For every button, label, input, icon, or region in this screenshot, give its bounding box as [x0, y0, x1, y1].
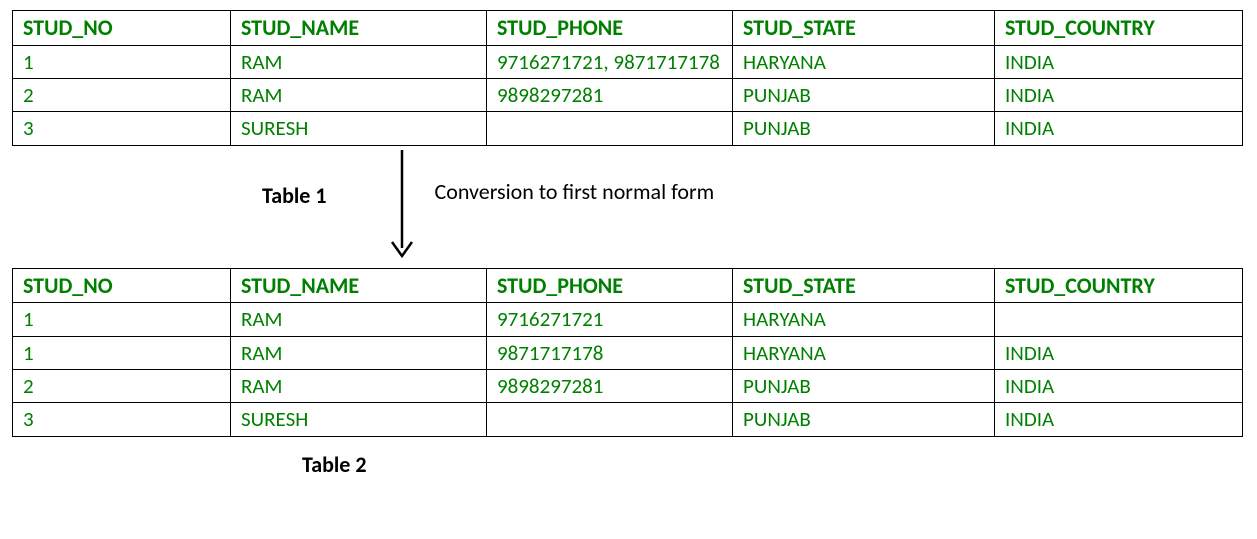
cell-stud-name: RAM [231, 303, 487, 336]
cell-stud-phone: 9716271721 [487, 303, 733, 336]
col-header-stud-state: STUD_STATE [733, 11, 995, 46]
cell-stud-no: 1 [13, 303, 231, 336]
table-row: 3 SURESH PUNJAB INDIA [13, 403, 1243, 436]
cell-stud-phone [487, 112, 733, 145]
cell-stud-state: PUNJAB [733, 403, 995, 436]
col-header-stud-country: STUD_COUNTRY [995, 11, 1243, 46]
table-row: 1 RAM 9716271721 HARYANA [13, 303, 1243, 336]
table-2: STUD_NO STUD_NAME STUD_PHONE STUD_STATE … [12, 268, 1243, 437]
cell-stud-name: SURESH [231, 403, 487, 436]
conversion-label: Conversion to first normal form [435, 178, 715, 205]
col-header-stud-phone: STUD_PHONE [487, 11, 733, 46]
cell-stud-state: HARYANA [733, 336, 995, 369]
cell-stud-country: INDIA [995, 79, 1243, 112]
cell-stud-name: RAM [231, 336, 487, 369]
cell-stud-phone: 9871717178 [487, 336, 733, 369]
table-1: STUD_NO STUD_NAME STUD_PHONE STUD_STATE … [12, 10, 1243, 146]
table-row: 1 RAM 9871717178 HARYANA INDIA [13, 336, 1243, 369]
cell-stud-no: 1 [13, 336, 231, 369]
cell-stud-no: 2 [13, 370, 231, 403]
cell-stud-country: INDIA [995, 336, 1243, 369]
cell-stud-country: INDIA [995, 403, 1243, 436]
cell-stud-country: INDIA [995, 112, 1243, 145]
col-header-stud-no: STUD_NO [13, 268, 231, 303]
cell-stud-phone: 9898297281 [487, 79, 733, 112]
cell-stud-name: RAM [231, 370, 487, 403]
table-row: 3 SURESH PUNJAB INDIA [13, 112, 1243, 145]
cell-stud-country: INDIA [995, 45, 1243, 78]
cell-stud-state: HARYANA [733, 45, 995, 78]
arrow-down-icon [387, 150, 417, 260]
col-header-stud-country: STUD_COUNTRY [995, 268, 1243, 303]
cell-stud-state: PUNJAB [733, 79, 995, 112]
cell-stud-phone [487, 403, 733, 436]
col-header-stud-phone: STUD_PHONE [487, 268, 733, 303]
table-row: 2 RAM 9898297281 PUNJAB INDIA [13, 370, 1243, 403]
cell-stud-name: RAM [231, 45, 487, 78]
cell-stud-no: 3 [13, 403, 231, 436]
table-header-row: STUD_NO STUD_NAME STUD_PHONE STUD_STATE … [13, 11, 1243, 46]
cell-stud-state: HARYANA [733, 303, 995, 336]
cell-stud-phone: 9898297281 [487, 370, 733, 403]
table-1-label: Table 1 [262, 182, 327, 209]
cell-stud-country: INDIA [995, 370, 1243, 403]
col-header-stud-name: STUD_NAME [231, 268, 487, 303]
table-header-row: STUD_NO STUD_NAME STUD_PHONE STUD_STATE … [13, 268, 1243, 303]
cell-stud-name: SURESH [231, 112, 487, 145]
table-2-label: Table 2 [302, 451, 1245, 478]
cell-stud-no: 1 [13, 45, 231, 78]
table-row: 1 RAM 9716271721, 9871717178 HARYANA IND… [13, 45, 1243, 78]
col-header-stud-state: STUD_STATE [733, 268, 995, 303]
col-header-stud-no: STUD_NO [13, 11, 231, 46]
cell-stud-country [995, 303, 1243, 336]
cell-stud-phone: 9716271721, 9871717178 [487, 45, 733, 78]
cell-stud-no: 2 [13, 79, 231, 112]
conversion-row: Table 1 Conversion to first normal form [12, 150, 1245, 260]
table-row: 2 RAM 9898297281 PUNJAB INDIA [13, 79, 1243, 112]
cell-stud-state: PUNJAB [733, 112, 995, 145]
col-header-stud-name: STUD_NAME [231, 11, 487, 46]
cell-stud-name: RAM [231, 79, 487, 112]
cell-stud-no: 3 [13, 112, 231, 145]
cell-stud-state: PUNJAB [733, 370, 995, 403]
